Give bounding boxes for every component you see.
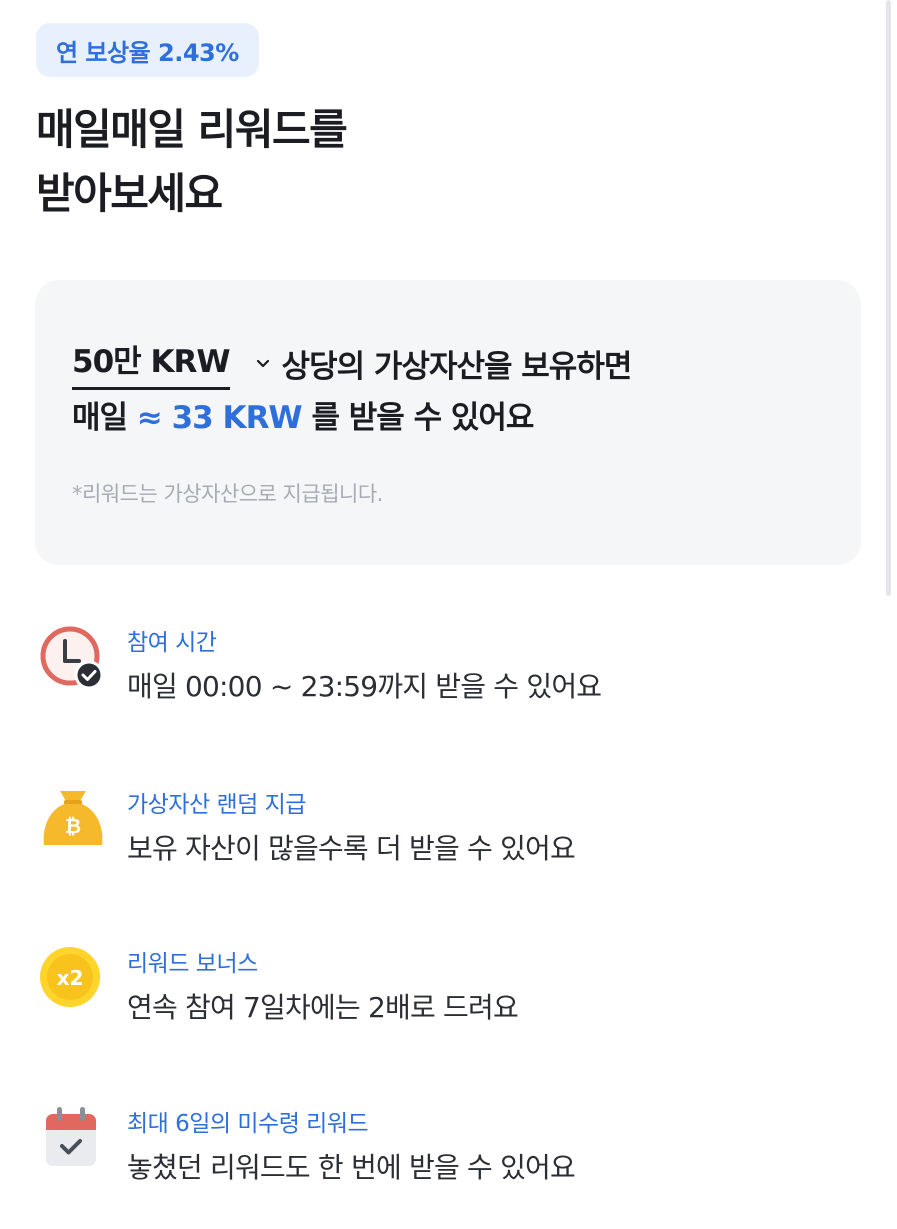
svg-text:x2: x2 bbox=[57, 966, 84, 990]
clock-check-icon bbox=[40, 626, 104, 689]
amount-value: 50만 KRW bbox=[72, 336, 231, 390]
x2-coin-icon: x2 bbox=[40, 947, 100, 1007]
headline-line-1: 매일매일 리워드를 bbox=[36, 105, 348, 154]
calendar-check-icon bbox=[46, 1107, 96, 1166]
feature-description: 보유 자산이 많을수록 더 받을 수 있어요 bbox=[127, 832, 576, 865]
reward-footnote: *리워드는 가상자산으로 지급됩니다. bbox=[72, 482, 383, 506]
estimate-line-1: 50만 KRW 상당의 가상자산을 보유하면 bbox=[72, 336, 633, 390]
feature-title: 가상자산 랜덤 지급 bbox=[127, 792, 306, 818]
headline-line-2: 받아보세요 bbox=[36, 169, 223, 218]
coin-bag-icon: ₿ bbox=[43, 791, 103, 845]
svg-text:₿: ₿ bbox=[65, 814, 81, 838]
daily-reward-amount: ≈ 33 KRW bbox=[136, 400, 303, 436]
page-headline: 매일매일 리워드를 받아보세요 bbox=[36, 98, 348, 226]
feature-title: 최대 6일의 미수령 리워드 bbox=[127, 1111, 369, 1137]
feature-description: 연속 참여 7일차에는 2배로 드려요 bbox=[127, 991, 519, 1024]
estimate-line-2-prefix: 매일 bbox=[72, 400, 128, 436]
feature-description: 매일 00:00 ~ 23:59까지 받을 수 있어요 bbox=[127, 670, 602, 703]
estimate-line-1-suffix: 상당의 가상자산을 보유하면 bbox=[281, 348, 633, 385]
annual-rate-badge: 연 보상율 2.43% bbox=[36, 23, 259, 77]
estimate-line-2-suffix: 를 받을 수 있어요 bbox=[311, 400, 534, 436]
feature-random-payout: ₿ 가상자산 랜덤 지급 보유 자산이 많을수록 더 받을 수 있어요 bbox=[40, 785, 840, 875]
feature-description: 놓쳤던 리워드도 한 번에 받을 수 있어요 bbox=[127, 1151, 576, 1184]
feature-participation-time: 참여 시간 매일 00:00 ~ 23:59까지 받을 수 있어요 bbox=[40, 623, 840, 713]
scrollbar[interactable] bbox=[886, 0, 891, 596]
amount-dropdown[interactable]: 50만 KRW bbox=[72, 336, 282, 390]
feature-unclaimed-rewards: 최대 6일의 미수령 리워드 놓쳤던 리워드도 한 번에 받을 수 있어요 bbox=[40, 1104, 840, 1194]
feature-title: 참여 시간 bbox=[127, 630, 217, 656]
feature-title: 리워드 보너스 bbox=[127, 951, 258, 977]
feature-reward-bonus: x2 리워드 보너스 연속 참여 7일차에는 2배로 드려요 bbox=[40, 944, 840, 1034]
chevron-down-icon bbox=[256, 359, 269, 368]
estimate-line-2: 매일 ≈ 33 KRW 를 받을 수 있어요 bbox=[72, 392, 534, 437]
reward-estimate-card: 50만 KRW 상당의 가상자산을 보유하면 매일 ≈ 33 KRW 를 받을 … bbox=[35, 280, 861, 565]
